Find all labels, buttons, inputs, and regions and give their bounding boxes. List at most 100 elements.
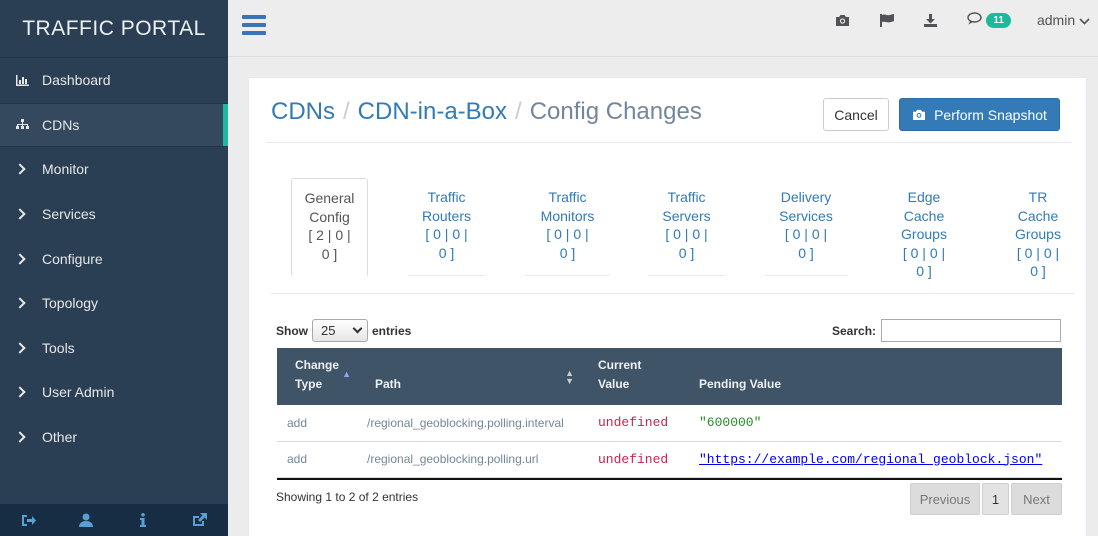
external-link-icon[interactable] bbox=[190, 513, 210, 527]
download-icon[interactable] bbox=[924, 13, 938, 27]
sidebar-item-label: Tools bbox=[42, 339, 75, 356]
column-header-label: Change Type bbox=[295, 358, 340, 391]
tab-edge-cache-groups[interactable]: Edge Cache Groups [ 0 | 0 | 0 ] bbox=[887, 178, 961, 294]
chevron-right-icon bbox=[12, 431, 32, 443]
chevron-right-icon bbox=[12, 163, 32, 176]
tab-underline bbox=[1001, 293, 1075, 294]
chevron-right-icon bbox=[12, 342, 32, 354]
column-header-label: Path bbox=[375, 377, 402, 391]
sidebar-item-label: User Admin bbox=[42, 384, 115, 401]
tab-counts: [ 0 | 0 | 0 ] bbox=[546, 226, 589, 261]
page-1-button[interactable]: 1 bbox=[982, 483, 1009, 515]
sidebar-footer bbox=[0, 504, 228, 536]
tab-label: Traffic Servers bbox=[662, 189, 711, 224]
top-icons: 11 admin bbox=[835, 0, 1098, 40]
show-label: Show bbox=[276, 323, 308, 338]
table-bottom-border bbox=[277, 478, 1062, 480]
breadcrumb-cdns[interactable]: CDNs bbox=[271, 98, 335, 125]
tab-label: General Config bbox=[304, 190, 355, 225]
tab-underline bbox=[525, 275, 610, 276]
cancel-button[interactable]: Cancel bbox=[823, 98, 889, 131]
table-row[interactable]: add /regional_geoblocking.polling.interv… bbox=[277, 405, 1062, 441]
sidebar-item-label: Topology bbox=[42, 295, 99, 312]
sidebar-item-cdns[interactable]: CDNs bbox=[0, 102, 228, 148]
search-input[interactable] bbox=[881, 319, 1062, 342]
camera-icon[interactable] bbox=[835, 14, 850, 26]
config-changes-panel: CDNs / CDN-in-a-Box / Config Changes Cancel … bbox=[248, 77, 1087, 536]
notification-badge: 11 bbox=[986, 12, 1011, 28]
tab-underline bbox=[765, 275, 847, 276]
column-header-label: Current Value bbox=[598, 358, 642, 391]
perform-snapshot-button[interactable]: Perform Snapshot bbox=[899, 98, 1060, 131]
tab-traffic-routers[interactable]: Traffic Routers [ 0 | 0 | 0 ] bbox=[408, 178, 485, 276]
comment-icon bbox=[967, 12, 983, 28]
pagination: Previous 1 Next bbox=[910, 483, 1062, 515]
sidebar-item-topology[interactable]: Topology bbox=[0, 281, 228, 326]
tab-general-config[interactable]: General Config [ 2 | 0 | 0 ] bbox=[291, 178, 368, 276]
notifications[interactable]: 11 bbox=[967, 12, 1011, 28]
tab-label: Edge Cache Groups bbox=[901, 189, 947, 242]
sidebar-item-label: Configure bbox=[42, 250, 103, 267]
breadcrumb-cdn-in-a-box[interactable]: CDN-in-a-Box bbox=[358, 98, 507, 125]
logout-icon[interactable] bbox=[19, 514, 39, 527]
cell-change-type: add bbox=[287, 415, 308, 430]
tab-counts: [ 0 | 0 | 0 ] bbox=[902, 244, 946, 280]
menu-toggle-icon[interactable] bbox=[242, 15, 266, 35]
column-header-pending-value[interactable]: Pending Value bbox=[689, 348, 1062, 405]
breadcrumb: CDNs / CDN-in-a-Box / Config Changes bbox=[271, 98, 702, 126]
tab-underline bbox=[887, 293, 961, 294]
camera-icon bbox=[912, 107, 926, 123]
chevron-right-icon bbox=[12, 297, 32, 309]
tab-traffic-servers[interactable]: Traffic Servers [ 0 | 0 | 0 ] bbox=[648, 178, 725, 276]
page-size-select[interactable]: 25 bbox=[312, 319, 368, 342]
sidebar-item-user-admin[interactable]: User Admin bbox=[0, 370, 228, 415]
table-row[interactable]: add /regional_geoblocking.polling.url un… bbox=[277, 441, 1062, 477]
pending-value-link[interactable]: "https://example.com/regional_geoblock.j… bbox=[699, 452, 1042, 467]
tab-traffic-monitors[interactable]: Traffic Monitors [ 0 | 0 | 0 ] bbox=[525, 178, 610, 276]
tab-counts: [ 0 | 0 | 0 ] bbox=[1016, 244, 1060, 280]
tab-label: Traffic Monitors bbox=[540, 189, 595, 224]
bar-chart-icon bbox=[12, 74, 32, 86]
column-header-path[interactable]: Path ▲ ▼ bbox=[357, 348, 588, 405]
sidebar-item-label: Other bbox=[42, 429, 78, 446]
flag-icon[interactable] bbox=[880, 13, 895, 27]
entries-label: entries bbox=[372, 323, 412, 338]
sidebar-item-tools[interactable]: Tools bbox=[0, 326, 228, 371]
search-label: Search: bbox=[832, 323, 877, 338]
cell-current-value: undefined bbox=[598, 415, 669, 431]
sidebar: TRAFFIC PORTAL Dashboard CDNs Monitor Se… bbox=[0, 0, 228, 536]
column-header-current-value[interactable]: Current Value bbox=[588, 348, 689, 405]
cell-path: /regional_geoblocking.polling.url bbox=[367, 452, 539, 466]
page-size-value: 25 bbox=[321, 323, 336, 338]
chevron-right-icon bbox=[12, 253, 32, 265]
sidebar-item-dashboard[interactable]: Dashboard bbox=[0, 58, 228, 103]
user-menu[interactable]: admin bbox=[1037, 12, 1090, 28]
info-icon[interactable] bbox=[133, 513, 153, 527]
sidebar-item-label: Dashboard bbox=[42, 72, 111, 89]
sidebar-item-other[interactable]: Other bbox=[0, 415, 228, 460]
next-page-button[interactable]: Next bbox=[1011, 483, 1062, 515]
column-header-change-type[interactable]: Change Type ▲ bbox=[277, 348, 357, 405]
tab-counts: [ 0 | 0 | 0 ] bbox=[784, 226, 828, 261]
tab-underline bbox=[408, 275, 485, 276]
sidebar-item-label: Monitor bbox=[42, 161, 89, 178]
sidebar-item-services[interactable]: Services bbox=[0, 192, 228, 237]
tab-counts: [ 0 | 0 | 0 ] bbox=[425, 226, 468, 261]
previous-page-button[interactable]: Previous bbox=[910, 483, 980, 515]
sitemap-icon bbox=[12, 119, 32, 130]
user-icon[interactable] bbox=[76, 513, 96, 527]
sidebar-item-configure[interactable]: Configure bbox=[0, 236, 228, 281]
cell-current-value: undefined bbox=[598, 451, 669, 467]
tab-counts: [ 2 | 0 | 0 ] bbox=[308, 227, 351, 262]
sidebar-item-monitor[interactable]: Monitor bbox=[0, 147, 228, 192]
breadcrumb-separator: / bbox=[343, 98, 350, 125]
tab-label: Traffic Routers bbox=[421, 189, 472, 224]
chevron-right-icon bbox=[12, 386, 32, 399]
tab-tr-cache-groups[interactable]: TR Cache Groups [ 0 | 0 | 0 ] bbox=[1001, 178, 1075, 294]
cell-path: /regional_geoblocking.polling.interval bbox=[367, 415, 564, 430]
tab-delivery-services[interactable]: Delivery Services [ 0 | 0 | 0 ] bbox=[765, 178, 847, 276]
page-length-control: Show 25 entries bbox=[276, 319, 411, 342]
app-title[interactable]: TRAFFIC PORTAL bbox=[0, 0, 228, 58]
sidebar-item-label: CDNs bbox=[42, 116, 80, 133]
search-control: Search: bbox=[832, 319, 1062, 342]
